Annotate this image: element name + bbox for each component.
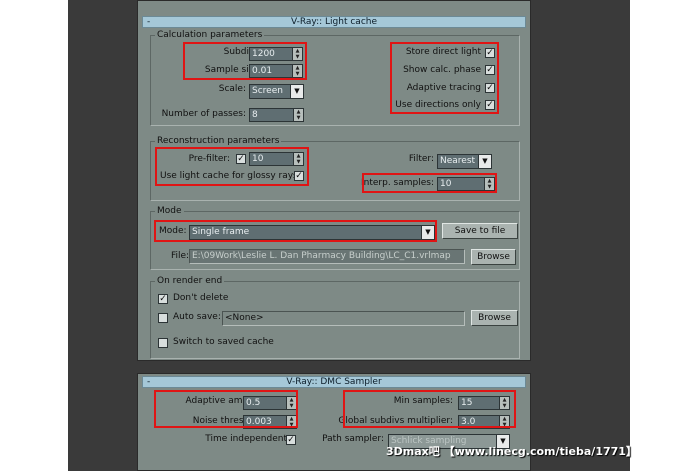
collapse-icon[interactable]: - bbox=[147, 17, 150, 27]
highlight-box bbox=[154, 220, 437, 242]
passes-value[interactable]: 8 bbox=[249, 108, 294, 122]
browse-file-button[interactable]: Browse bbox=[471, 249, 516, 265]
calc-params-title: Calculation parameters bbox=[155, 29, 265, 41]
browse-auto-save-button[interactable]: Browse bbox=[471, 310, 518, 326]
light-cache-header[interactable]: - V-Ray:: Light cache bbox=[142, 16, 526, 28]
light-cache-title: V-Ray:: Light cache bbox=[290, 17, 378, 27]
collapse-icon[interactable]: - bbox=[147, 377, 150, 387]
scale-value[interactable]: Screen bbox=[249, 84, 291, 99]
spinner-arrows-icon[interactable]: ▲ ▼ bbox=[294, 108, 304, 122]
file-path-field[interactable]: E:\09Work\Leslie L. Dan Pharmacy Buildin… bbox=[189, 249, 465, 264]
auto-save-checkbox[interactable] bbox=[158, 313, 168, 323]
highlight-box bbox=[154, 390, 298, 428]
highlight-box bbox=[155, 147, 309, 186]
chevron-down-icon[interactable]: ▼ bbox=[479, 154, 492, 169]
highlight-box bbox=[362, 173, 497, 193]
save-to-file-button[interactable]: Save to file bbox=[442, 223, 518, 239]
passes-label: Number of passes: bbox=[161, 109, 246, 119]
dont-delete-label: Don't delete bbox=[173, 293, 229, 303]
filter-dropdown[interactable]: Nearest ▼ bbox=[437, 154, 492, 169]
dmc-sampler-header[interactable]: - V-Ray:: DMC Sampler bbox=[142, 376, 526, 388]
passes-spinner[interactable]: 8 ▲ ▼ bbox=[249, 108, 304, 122]
switch-cache-label: Switch to saved cache bbox=[173, 337, 274, 347]
scale-label: Scale: bbox=[218, 84, 246, 94]
chevron-down-icon[interactable]: ▼ bbox=[291, 84, 304, 99]
time-independent-label: Time independent bbox=[205, 434, 287, 444]
auto-save-field[interactable]: <None> bbox=[222, 311, 465, 326]
watermark-text: 3Dmax吧 【www.linecg.com/tieba/1771】 bbox=[386, 445, 637, 458]
file-label: File: bbox=[171, 251, 190, 261]
recon-params-title: Reconstruction parameters bbox=[155, 135, 282, 147]
time-independent-checkbox[interactable]: ✓ bbox=[286, 435, 296, 445]
render-end-title: On render end bbox=[155, 275, 225, 287]
filter-value[interactable]: Nearest bbox=[437, 154, 479, 169]
dmc-sampler-title: V-Ray:: DMC Sampler bbox=[286, 377, 382, 387]
highlight-box bbox=[390, 42, 499, 114]
filter-label: Filter: bbox=[408, 154, 434, 164]
mode-title: Mode bbox=[155, 205, 184, 217]
switch-cache-checkbox[interactable] bbox=[158, 338, 168, 348]
scale-dropdown[interactable]: Screen ▼ bbox=[249, 84, 304, 99]
highlight-box bbox=[343, 390, 516, 428]
dont-delete-checkbox[interactable]: ✓ bbox=[158, 294, 168, 304]
highlight-box bbox=[183, 42, 307, 80]
path-sampler-label: Path sampler: bbox=[322, 434, 384, 444]
auto-save-label: Auto save: bbox=[173, 312, 221, 322]
